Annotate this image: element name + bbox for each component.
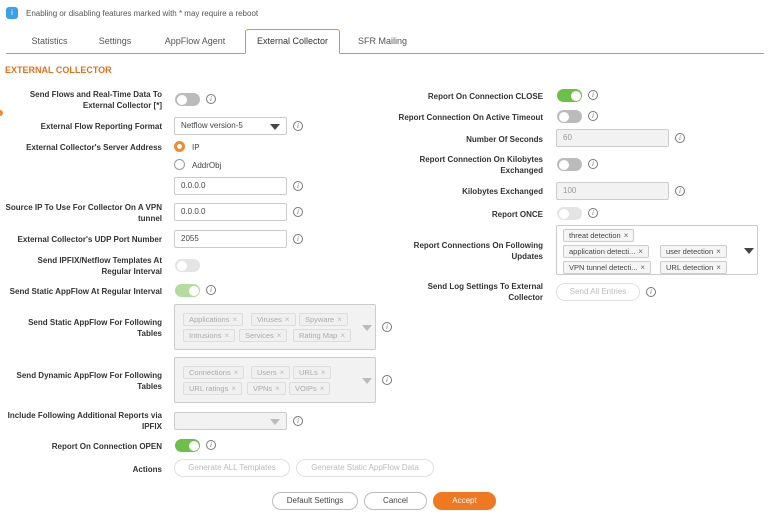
connection-open-label: Report On Connection OPEN <box>51 442 162 451</box>
report-once-label: Report ONCE <box>491 210 543 219</box>
connection-close-toggle[interactable] <box>557 89 582 102</box>
cancel-button[interactable]: Cancel <box>364 492 427 510</box>
chip: application detecti... × <box>563 245 649 258</box>
info-icon[interactable]: i <box>588 111 598 121</box>
chip: URL detection × <box>660 261 727 274</box>
following-updates-multiselect[interactable]: threat detection × application detecti...… <box>556 225 758 275</box>
active-timeout-toggle[interactable] <box>557 110 582 123</box>
info-icon[interactable]: i <box>293 181 303 191</box>
section-title: EXTERNAL COLLECTOR <box>5 65 112 75</box>
info-icon[interactable]: i <box>206 94 216 104</box>
chip: Viruses × <box>251 313 296 326</box>
info-icon[interactable]: i <box>293 416 303 426</box>
radio-addrobj[interactable] <box>174 159 185 170</box>
udp-port-label: External Collector's UDP Port Number <box>17 235 162 244</box>
tab-statistics[interactable]: Statistics <box>22 35 77 54</box>
generate-all-templates-button[interactable]: Generate ALL Templates <box>174 459 290 477</box>
send-all-entries-button[interactable]: Send All Entries <box>556 283 640 301</box>
static-tables-multiselect[interactable]: Applications × Viruses × Spyware × Intrusio… <box>174 304 376 350</box>
radio-ip-label: IP <box>192 143 200 152</box>
chip: Rating Map × <box>293 329 352 342</box>
chip: URL ratings × <box>183 382 242 395</box>
actions-label: Actions <box>132 465 162 474</box>
generate-static-appflow-button[interactable]: Generate Static AppFlow Data <box>296 459 434 477</box>
kilobytes-exchanged-label: Kilobytes Exchanged <box>462 187 543 196</box>
chip: URLs × <box>293 366 332 379</box>
info-icon[interactable]: i <box>588 208 598 218</box>
udp-port-input[interactable]: 2055 <box>174 230 287 248</box>
source-ip-input[interactable]: 0.0.0.0 <box>174 203 287 221</box>
server-address-input[interactable]: 0.0.0.0 <box>174 177 287 195</box>
tab-external-collector[interactable]: External Collector <box>245 29 340 54</box>
info-icon[interactable]: i <box>646 287 656 297</box>
static-interval-label: Send Static AppFlow At Regular Interval <box>9 287 162 296</box>
chip: VOIPs × <box>289 382 331 395</box>
info-icon[interactable]: i <box>675 133 685 143</box>
info-icon[interactable]: i <box>293 121 303 131</box>
static-interval-toggle[interactable] <box>175 284 200 297</box>
radio-addrobj-label: AddrObj <box>192 161 222 170</box>
send-flows-label: Send Flows and Real-Time Data To External… <box>29 90 162 110</box>
chip: Intrusions × <box>183 329 236 342</box>
info-icon[interactable]: i <box>293 207 303 217</box>
chevron-down-icon <box>362 325 372 331</box>
chip: user detection × <box>660 245 727 258</box>
info-icon[interactable]: i <box>382 375 392 385</box>
info-icon[interactable]: i <box>588 90 598 100</box>
chip: threat detection × <box>563 229 635 242</box>
format-select[interactable]: Netflow version-5 <box>174 117 287 135</box>
ipfix-templates-toggle[interactable] <box>175 259 200 272</box>
active-timeout-label: Report Connection On Active Timeout <box>398 113 543 122</box>
tab-settings[interactable]: Settings <box>90 35 140 54</box>
info-badge-icon: i <box>6 7 18 19</box>
send-flows-toggle[interactable] <box>175 93 200 106</box>
number-of-seconds-input[interactable]: 60 <box>556 129 669 147</box>
chip: Services × <box>239 329 288 342</box>
log-settings-label: Send Log Settings To External Collector <box>427 282 543 302</box>
source-ip-label: Source IP To Use For Collector On A VPN t… <box>5 203 162 223</box>
connection-open-toggle[interactable] <box>175 439 200 452</box>
kilobytes-exchanged-input[interactable]: 100 <box>556 182 669 200</box>
info-icon[interactable]: i <box>293 234 303 244</box>
tab-sfr-mailing[interactable]: SFR Mailing <box>350 35 415 54</box>
ipfix-templates-label: Send IPFIX/Netflow Templates At Regular I… <box>37 256 162 276</box>
info-icon[interactable]: i <box>588 159 598 169</box>
number-of-seconds-label: Number Of Seconds <box>466 135 543 144</box>
chip: Connections × <box>183 366 245 379</box>
additional-reports-select[interactable] <box>174 412 287 430</box>
default-settings-button[interactable]: Default Settings <box>272 492 358 510</box>
info-icon[interactable]: i <box>382 322 392 332</box>
static-tables-label: Send Static AppFlow For Following Tables <box>28 318 162 338</box>
kilobytes-report-toggle[interactable] <box>557 158 582 171</box>
chip: Applications × <box>183 313 244 326</box>
tab-appflow-agent[interactable]: AppFlow Agent <box>155 35 235 54</box>
dynamic-tables-multiselect[interactable]: Connections × Users × URLs × URL ratings × V… <box>174 357 376 403</box>
reboot-notice: Enabling or disabling features marked wi… <box>26 9 259 18</box>
report-once-toggle[interactable] <box>557 207 582 220</box>
connection-close-label: Report On Connection CLOSE <box>427 92 543 101</box>
chip: Users × <box>251 366 291 379</box>
chip: Spyware × <box>299 313 348 326</box>
info-icon[interactable]: i <box>206 285 216 295</box>
following-updates-label: Report Connections On Following Updates <box>413 241 543 261</box>
server-address-label: External Collector's Server Address <box>26 143 162 152</box>
chip: VPN tunnel detecti... × <box>563 261 652 274</box>
dynamic-tables-label: Send Dynamic AppFlow For Following Tables <box>16 371 162 391</box>
additional-reports-label: Include Following Additional Reports via… <box>7 411 162 431</box>
accept-button[interactable]: Accept <box>433 492 496 510</box>
chevron-down-icon <box>362 378 372 384</box>
info-icon[interactable]: i <box>675 186 685 196</box>
kilobytes-report-label: Report Connection On Kilobytes Exchanged <box>419 155 543 175</box>
chevron-down-icon <box>270 124 280 130</box>
chip: VPNs × <box>247 382 286 395</box>
chevron-down-icon <box>270 419 280 425</box>
format-label: External Flow Reporting Format <box>40 122 162 131</box>
info-icon[interactable]: i <box>206 440 216 450</box>
chevron-down-icon <box>744 248 754 254</box>
radio-ip[interactable] <box>174 141 185 152</box>
